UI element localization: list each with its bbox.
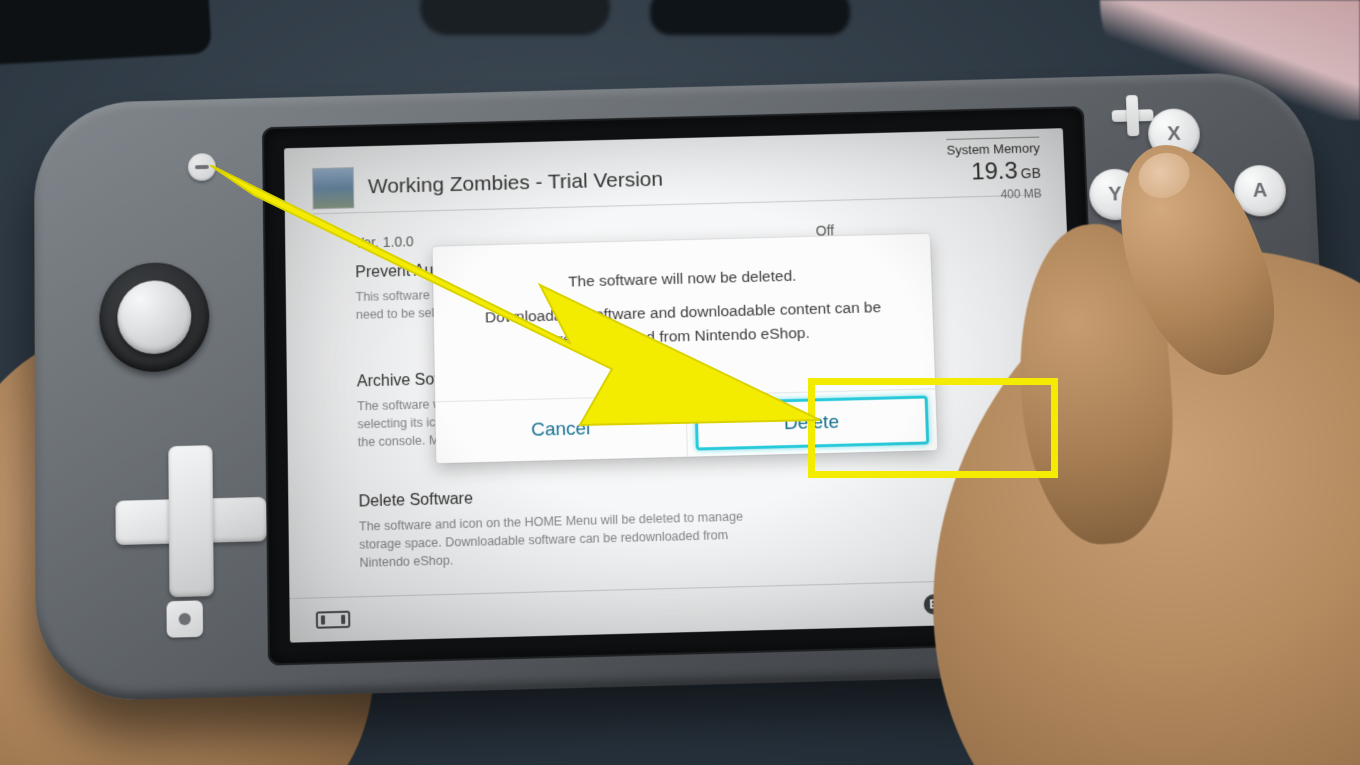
memory-total-value: 19.3 <box>971 157 1018 185</box>
header: Working Zombies - Trial Version System M… <box>312 144 1042 214</box>
minus-button[interactable] <box>188 153 216 181</box>
capture-button[interactable] <box>166 600 203 637</box>
memory-total-unit: GB <box>1020 164 1041 180</box>
dialog-line2: Downloadable software and downloadable c… <box>473 296 893 355</box>
game-title: Working Zombies - Trial Version <box>368 167 663 198</box>
background-object <box>650 0 850 35</box>
left-controls <box>34 98 268 702</box>
game-icon <box>312 166 354 208</box>
memory-used-value: 400 <box>1000 187 1020 201</box>
background-object <box>420 0 610 35</box>
cancel-button[interactable]: Cancel <box>435 395 686 462</box>
memory-label: System Memory <box>946 136 1040 157</box>
section-desc: The software and icon on the HOME Menu w… <box>359 506 783 572</box>
dpad[interactable] <box>115 443 267 598</box>
delete-button[interactable]: Delete <box>685 389 938 456</box>
left-analog-stick[interactable] <box>99 261 210 373</box>
delete-confirm-dialog: The software will now be deleted. Downlo… <box>433 233 938 463</box>
memory-summary: System Memory 19.3GB 400 MB <box>866 136 1042 206</box>
background-object <box>0 0 212 67</box>
memory-used-unit: MB <box>1023 186 1041 200</box>
version-label: Ver. 1.0.0 <box>355 233 414 250</box>
dialog-message: The software will now be deleted. Downlo… <box>473 262 894 354</box>
handheld-icon <box>316 610 351 628</box>
